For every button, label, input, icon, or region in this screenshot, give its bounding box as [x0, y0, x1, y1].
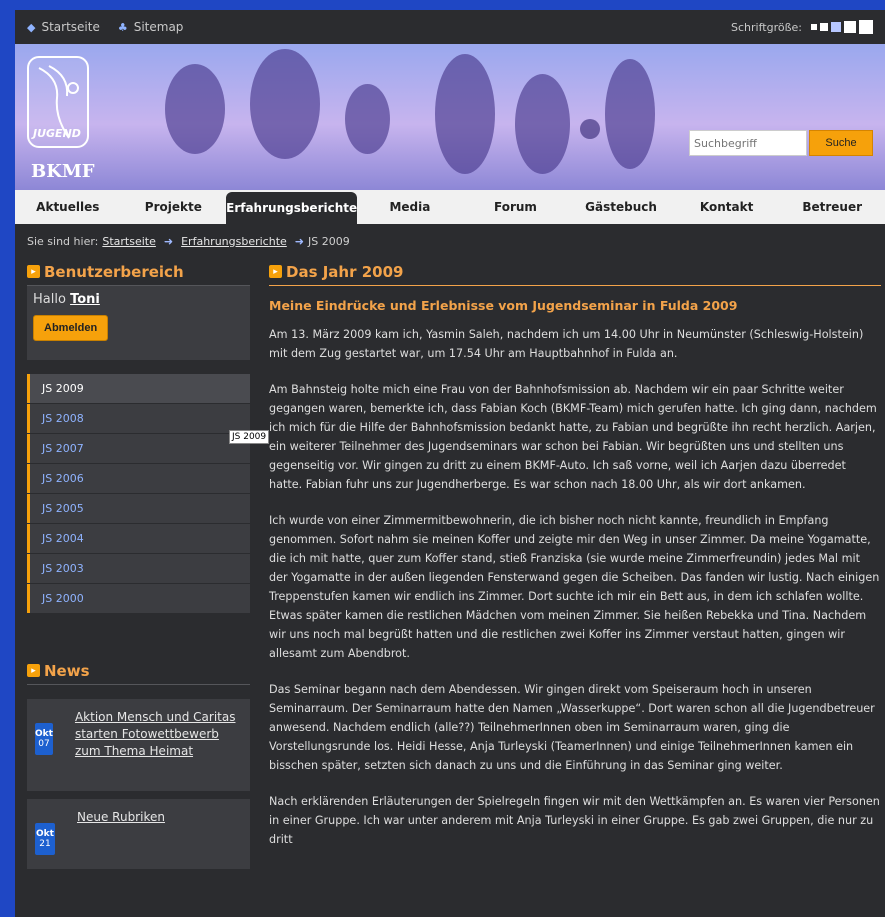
page: ◆ Startseite ♣ Sitemap Schriftgröße: JUG… [15, 10, 885, 917]
sidebar-item-js-2008[interactable]: JS 2008 [27, 404, 250, 433]
article-subtitle: Meine Eindrücke und Erlebnisse vom Jugen… [269, 298, 738, 313]
sidebar-item-js-2003[interactable]: JS 2003 [27, 554, 250, 583]
news-link[interactable]: Neue Rubriken [77, 809, 165, 859]
news-day: 21 [39, 839, 51, 849]
sidebar-item-js-2007[interactable]: JS 2007 [27, 434, 250, 463]
sitemap-label: Sitemap [133, 20, 184, 34]
font-size-l-button[interactable] [844, 21, 856, 33]
nav-item-forum[interactable]: Forum [463, 190, 569, 224]
home-label: Startseite [41, 20, 100, 34]
tooltip: JS 2009 [229, 430, 270, 444]
page-title-text: Das Jahr 2009 [286, 262, 404, 281]
nav-item-betreuer[interactable]: Betreuer [779, 190, 885, 224]
arrow-right-icon: ➜ [294, 234, 304, 248]
font-size-m-button[interactable] [831, 22, 841, 32]
page-title: ▸ Das Jahr 2009 [269, 258, 881, 286]
nav-item-aktuelles[interactable]: Aktuelles [15, 190, 121, 224]
user-box: Hallo Toni Abmelden [27, 286, 250, 360]
article-paragraph: Am Bahnsteig holte mich eine Frau von de… [269, 383, 877, 491]
nav-item-media[interactable]: Media [357, 190, 463, 224]
home-link[interactable]: ◆ Startseite [27, 20, 100, 34]
username-link[interactable]: Toni [70, 292, 100, 307]
news-item: Okt 21 Neue Rubriken [27, 799, 250, 869]
arrow-right-icon: ➜ [163, 234, 174, 248]
news-day: 07 [38, 739, 50, 749]
sitemap-link[interactable]: ♣ Sitemap [118, 20, 184, 34]
news-title-text: News [44, 661, 90, 680]
home-icon: ◆ [27, 20, 36, 34]
greeting-text: Hallo [33, 292, 66, 307]
sidebar-item-js-2005[interactable]: JS 2005 [27, 494, 250, 523]
nav-item-erfahrungsberichte[interactable]: Erfahrungsberichte [226, 192, 358, 224]
news-date-badge: Okt 07 [35, 723, 53, 755]
article-paragraph: Ich wurde von einer Zimmermitbewohnerin,… [269, 514, 880, 660]
article-paragraph: Am 13. März 2009 kam ich, Yasmin Saleh, … [269, 328, 864, 360]
news-month: Okt [36, 829, 54, 839]
silhouette-figure [605, 59, 655, 169]
logo-emblem: JUGEND [27, 56, 89, 148]
greeting: Hallo Toni [33, 292, 244, 307]
nav-item-kontakt[interactable]: Kontakt [674, 190, 780, 224]
news-link[interactable]: Aktion Mensch und Caritas starten Fotowe… [75, 709, 242, 781]
sidebar-item-js-2000[interactable]: JS 2000 [27, 584, 250, 613]
sidebar-item-js-2009[interactable]: JS 2009 [27, 374, 250, 403]
article-paragraph: Nach erklärenden Erläuterungen der Spiel… [269, 795, 880, 846]
font-size-xl-button[interactable] [859, 20, 873, 34]
breadcrumb-link-startseite[interactable]: Startseite [102, 235, 156, 248]
bullet-icon: ▸ [27, 265, 40, 278]
search-input[interactable] [689, 130, 807, 156]
brand-name: BKMF [31, 161, 95, 182]
sidebar-item-js-2004[interactable]: JS 2004 [27, 524, 250, 553]
article-paragraph: Das Seminar begann nach dem Abendessen. … [269, 683, 875, 772]
font-size-controls: Schriftgröße: [731, 20, 873, 34]
ball-icon [580, 119, 600, 139]
nav-item-projekte[interactable]: Projekte [121, 190, 227, 224]
nav-item-gaestebuch[interactable]: Gästebuch [568, 190, 674, 224]
silhouette-figure [165, 64, 225, 154]
content-area: ▸ Benutzerbereich Hallo Toni Abmelden JS… [15, 258, 885, 869]
news-title: ▸ News [27, 657, 250, 685]
font-size-label: Schriftgröße: [731, 20, 802, 34]
header-banner: JUGEND BKMF Suche [15, 44, 885, 190]
font-size-xs-button[interactable] [811, 24, 817, 30]
logout-button[interactable]: Abmelden [33, 315, 109, 341]
search-button[interactable]: Suche [809, 130, 873, 156]
font-size-s-button[interactable] [820, 23, 828, 31]
sidebar: ▸ Benutzerbereich Hallo Toni Abmelden JS… [27, 258, 250, 869]
user-area-title-text: Benutzerbereich [44, 262, 184, 281]
news-month: Okt [35, 729, 53, 739]
sitemap-icon: ♣ [117, 20, 128, 34]
user-area-title: ▸ Benutzerbereich [27, 258, 250, 286]
breadcrumb-link-erfahrungsberichte[interactable]: Erfahrungsberichte [181, 235, 287, 248]
news-date-badge: Okt 21 [35, 823, 55, 855]
main-article: ▸ Das Jahr 2009 Meine Eindrücke und Erle… [269, 258, 881, 869]
breadcrumb-current: JS 2009 [308, 234, 350, 248]
news-item: Okt 07 Aktion Mensch und Caritas starten… [27, 699, 250, 791]
silhouette-figure [435, 54, 495, 174]
bullet-icon: ▸ [269, 265, 282, 278]
top-bar: ◆ Startseite ♣ Sitemap Schriftgröße: [15, 10, 885, 44]
logo-text: JUGEND [33, 127, 81, 140]
seminar-year-list: JS 2009 JS 2008 JS 2007 JS 2006 JS 2005 … [27, 374, 250, 613]
silhouette-figure [250, 49, 320, 159]
main-nav: Aktuelles Projekte Erfahrungsberichte Me… [15, 190, 885, 224]
breadcrumb: Sie sind hier: Startseite ➜ Erfahrungsbe… [15, 224, 885, 258]
silhouette-figure [345, 84, 390, 154]
bullet-icon: ▸ [27, 664, 40, 677]
search-form: Suche [689, 130, 873, 156]
sidebar-item-js-2006[interactable]: JS 2006 [27, 464, 250, 493]
silhouette-figure [515, 74, 570, 174]
breadcrumb-prefix: Sie sind hier: [27, 234, 99, 248]
